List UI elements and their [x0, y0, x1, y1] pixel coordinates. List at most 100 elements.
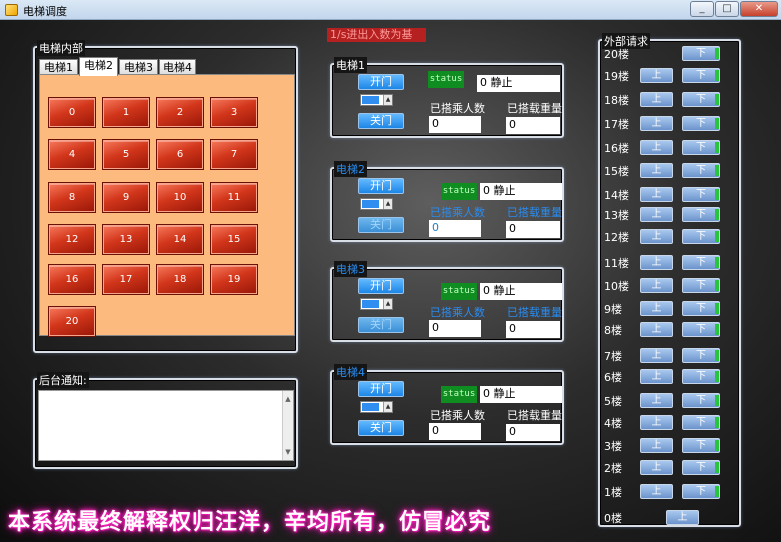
external-floor-label: 11楼: [604, 257, 629, 270]
floor-button-0[interactable]: 0: [49, 98, 95, 127]
external-up-button[interactable]: 上: [640, 415, 673, 430]
floor-button-8[interactable]: 8: [49, 183, 95, 212]
floor-button-6[interactable]: 6: [157, 140, 203, 169]
floor-button-3[interactable]: 3: [211, 98, 257, 127]
external-up-button[interactable]: 上: [640, 163, 673, 178]
external-up-button[interactable]: 上: [640, 187, 673, 202]
open-door-button[interactable]: 开门: [358, 178, 404, 194]
external-down-button[interactable]: 下: [682, 484, 720, 499]
close-door-button[interactable]: 关门: [358, 113, 404, 129]
external-down-button[interactable]: 下: [682, 229, 720, 244]
open-door-button[interactable]: 开门: [358, 381, 404, 397]
close-door-button[interactable]: 关门: [358, 420, 404, 436]
close-door-button[interactable]: 关门: [358, 317, 404, 333]
elevator-floor-stepper[interactable]: ▲: [360, 298, 393, 310]
floor-button-19[interactable]: 19: [211, 265, 257, 294]
external-up-button[interactable]: 上: [640, 348, 673, 363]
tab-elevator-3[interactable]: 电梯3: [119, 59, 158, 75]
floor-button-11[interactable]: 11: [211, 183, 257, 212]
external-down-button[interactable]: 下: [682, 207, 720, 222]
floor-button-5[interactable]: 5: [103, 140, 149, 169]
external-down-button[interactable]: 下: [682, 140, 720, 155]
passengers-label: 已搭乘人数: [430, 409, 485, 422]
close-door-button[interactable]: 关门: [358, 217, 404, 233]
external-down-button[interactable]: 下: [682, 393, 720, 408]
elevator-name: 电梯3: [334, 261, 367, 277]
external-down-button[interactable]: 下: [682, 92, 720, 107]
floor-button-13[interactable]: 13: [103, 225, 149, 254]
floor-button-20[interactable]: 20: [49, 307, 95, 336]
elevator-floor-stepper[interactable]: ▲: [360, 401, 393, 413]
external-down-button[interactable]: 下: [682, 460, 720, 475]
external-down-button[interactable]: 下: [682, 348, 720, 363]
elevator-2-panel: 电梯2 开门 ▲ 关门 status 0 静止 已搭乘人数 已搭载重量 0 0: [330, 161, 564, 242]
external-down-button[interactable]: 下: [682, 278, 720, 293]
floor-button-14[interactable]: 14: [157, 225, 203, 254]
external-up-button[interactable]: 上: [640, 207, 673, 222]
notice-title: 后台通知:: [37, 372, 89, 388]
external-up-button[interactable]: 上: [640, 255, 673, 270]
tab-elevator-2[interactable]: 电梯2: [79, 57, 118, 76]
floor-button-16[interactable]: 16: [49, 265, 95, 294]
external-up-button[interactable]: 上: [640, 116, 673, 131]
external-down-button[interactable]: 下: [682, 322, 720, 337]
status-value: 0 静止: [480, 386, 562, 403]
floor-button-10[interactable]: 10: [157, 183, 203, 212]
passengers-field: 0: [429, 423, 481, 440]
scroll-down-icon[interactable]: ▼: [283, 446, 293, 458]
open-door-button[interactable]: 开门: [358, 74, 404, 90]
elevator-name: 电梯2: [334, 161, 367, 177]
floor-button-9[interactable]: 9: [103, 183, 149, 212]
external-down-button[interactable]: 下: [682, 438, 720, 453]
elevator-floor-stepper[interactable]: ▲: [360, 198, 393, 210]
external-down-button[interactable]: 下: [682, 415, 720, 430]
external-up-button[interactable]: 上: [640, 301, 673, 316]
notice-textarea[interactable]: ▲ ▼: [38, 390, 294, 461]
status-value: 0 静止: [480, 283, 562, 300]
floor-button-7[interactable]: 7: [211, 140, 257, 169]
floor-button-2[interactable]: 2: [157, 98, 203, 127]
title-bar: 电梯调度 _ □ ✕: [0, 0, 781, 20]
open-door-button[interactable]: 开门: [358, 278, 404, 294]
external-up-button[interactable]: 上: [640, 460, 673, 475]
elevator-floor-stepper[interactable]: ▲: [360, 94, 393, 106]
external-up-button[interactable]: 上: [640, 278, 673, 293]
tab-elevator-4[interactable]: 电梯4: [159, 59, 196, 75]
external-floor-label: 9楼: [604, 303, 622, 316]
external-up-button[interactable]: 上: [640, 140, 673, 155]
external-down-button[interactable]: 下: [682, 187, 720, 202]
notice-scrollbar[interactable]: ▲ ▼: [282, 391, 293, 460]
maximize-button[interactable]: □: [715, 1, 739, 17]
floor-button-12[interactable]: 12: [49, 225, 95, 254]
floor-button-1[interactable]: 1: [103, 98, 149, 127]
internal-panel-title: 电梯内部: [37, 40, 85, 56]
external-down-button[interactable]: 下: [682, 68, 720, 83]
tab-elevator-1[interactable]: 电梯1: [39, 59, 78, 75]
external-up-button[interactable]: 上: [666, 510, 699, 525]
floor-button-4[interactable]: 4: [49, 140, 95, 169]
floor-button-17[interactable]: 17: [103, 265, 149, 294]
external-up-button[interactable]: 上: [640, 322, 673, 337]
external-down-button[interactable]: 下: [682, 301, 720, 316]
external-down-button[interactable]: 下: [682, 163, 720, 178]
external-up-button[interactable]: 上: [640, 229, 673, 244]
elevator-3-panel: 电梯3 开门 ▲ 关门 status 0 静止 已搭乘人数 已搭载重量 0 0: [330, 261, 564, 342]
external-down-button[interactable]: 下: [682, 369, 720, 384]
external-up-button[interactable]: 上: [640, 92, 673, 107]
minimize-button[interactable]: _: [690, 1, 714, 17]
floor-button-15[interactable]: 15: [211, 225, 257, 254]
external-up-button[interactable]: 上: [640, 438, 673, 453]
status-value: 0 静止: [477, 75, 560, 92]
elevator-name: 电梯4: [334, 364, 367, 380]
close-button[interactable]: ✕: [740, 1, 778, 17]
external-down-button[interactable]: 下: [682, 255, 720, 270]
external-down-button[interactable]: 下: [682, 46, 720, 61]
external-down-button[interactable]: 下: [682, 116, 720, 131]
external-up-button[interactable]: 上: [640, 68, 673, 83]
external-up-button[interactable]: 上: [640, 369, 673, 384]
external-up-button[interactable]: 上: [640, 393, 673, 408]
floor-button-18[interactable]: 18: [157, 265, 203, 294]
external-floor-label: 18楼: [604, 94, 629, 107]
external-up-button[interactable]: 上: [640, 484, 673, 499]
scroll-up-icon[interactable]: ▲: [283, 393, 293, 405]
